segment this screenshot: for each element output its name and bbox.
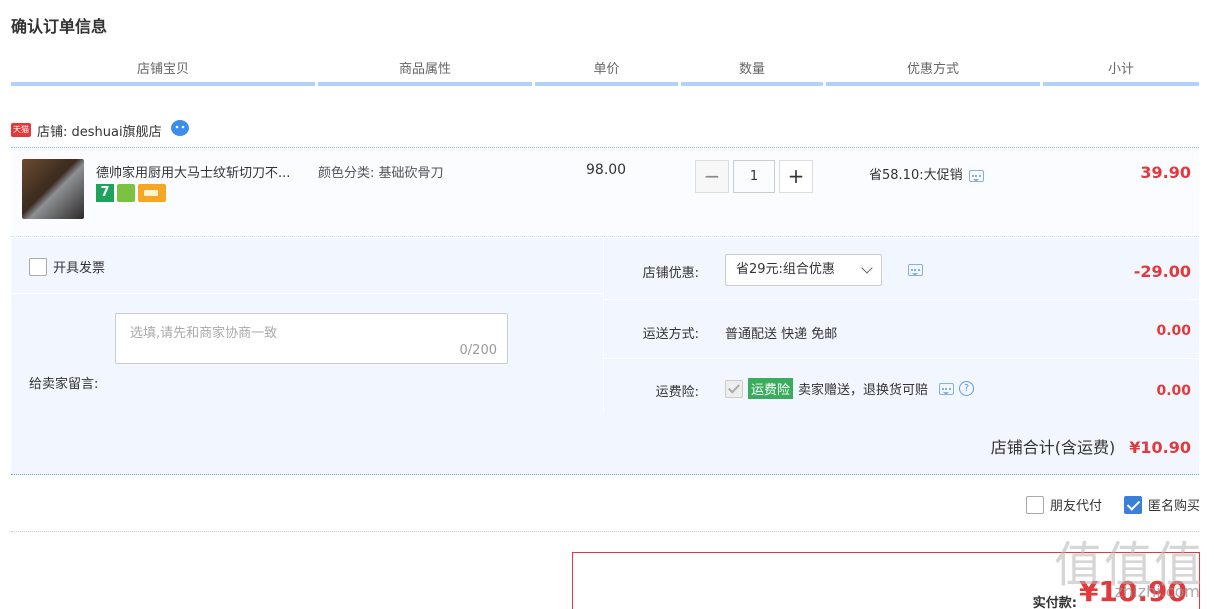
- shipping-label: 运送方式:: [642, 327, 699, 342]
- message-label: 给卖家留言:: [29, 377, 99, 392]
- column-header: 店铺宝贝: [11, 56, 315, 86]
- anonymous-purchase-checkbox[interactable]: [1123, 495, 1142, 514]
- shop-name[interactable]: 店铺: deshuai旗舰店: [37, 121, 162, 140]
- unit-price: 98.00: [586, 162, 627, 178]
- product-attribute: 颜色分类: 基础砍骨刀: [318, 166, 444, 181]
- promotion-text: 省58.10:大促销: [869, 168, 963, 183]
- seller-message-input[interactable]: 选填,请先和商家协商一致 0/200: [115, 313, 508, 364]
- quantity-increase-button[interactable]: +: [779, 160, 813, 193]
- shop-discount-row: 店铺优惠: 省29元:组合优惠 -29.00: [604, 238, 1199, 300]
- watermark-url: zhizhi.com: [1114, 582, 1200, 601]
- product-thumbnail[interactable]: [22, 159, 84, 219]
- column-header: 小计: [1043, 56, 1199, 86]
- invoice-checkbox[interactable]: [29, 257, 47, 276]
- comment-icon[interactable]: [968, 169, 984, 182]
- friend-pay-label: 朋友代付: [1049, 499, 1102, 514]
- seven-day-return-icon[interactable]: 7: [96, 184, 114, 202]
- credit-card-icon[interactable]: [138, 184, 166, 202]
- comment-icon[interactable]: [908, 264, 923, 276]
- guarantee-icon[interactable]: [117, 184, 135, 202]
- item-subtotal: 39.90: [1140, 163, 1191, 182]
- shop-discount-label: 店铺优惠:: [642, 266, 699, 281]
- invoice-section: 开具发票: [11, 238, 603, 294]
- product-name[interactable]: 德帅家用厨用大马士纹斩切刀不...: [96, 162, 290, 181]
- message-placeholder: 选填,请先和商家协商一致: [130, 326, 278, 341]
- checkout-options: 朋友代付 匿名购买: [1025, 495, 1200, 514]
- shipping-method: 普通配送 快递 免邮: [725, 327, 838, 342]
- insurance-row: 运费险: 运费险 卖家赠送，退换货可赔 ? 0.00: [604, 360, 1199, 413]
- shop-discount-select[interactable]: 省29元:组合优惠: [725, 254, 882, 286]
- help-icon[interactable]: ?: [959, 381, 975, 396]
- insurance-amount: 0.00: [1156, 383, 1191, 399]
- table-header: 店铺宝贝 商品属性 单价 数量 优惠方式 小计: [11, 56, 1199, 86]
- shipping-row: 运送方式: 普通配送 快递 免邮 0.00: [604, 301, 1199, 359]
- shop-total-value: ¥10.90: [1129, 438, 1191, 457]
- insurance-badge: 运费险: [748, 378, 794, 399]
- message-char-count: 0/200: [459, 343, 497, 358]
- insurance-text: 卖家赠送，退换货可赔: [798, 383, 929, 398]
- shop-header: 天猫 店铺: deshuai旗舰店: [11, 120, 190, 140]
- column-header: 数量: [681, 56, 823, 86]
- shop-total-label: 店铺合计(含运费): [990, 438, 1116, 457]
- quantity-stepper: − 1 +: [695, 160, 813, 193]
- service-badges: 7: [96, 184, 166, 202]
- friend-pay-option[interactable]: 朋友代付: [1025, 495, 1102, 514]
- quantity-decrease-button[interactable]: −: [695, 160, 729, 193]
- column-header: 商品属性: [318, 56, 532, 86]
- order-item-row: 德帅家用厨用大马士纹斩切刀不... 7 颜色分类: 基础砍骨刀 98.00 − …: [11, 147, 1199, 237]
- shop-discount-selected: 省29元:组合优惠: [736, 262, 835, 277]
- insurance-label: 运费险:: [655, 385, 699, 400]
- comment-icon[interactable]: [939, 382, 955, 395]
- anonymous-purchase-option[interactable]: 匿名购买: [1123, 495, 1200, 514]
- shop-total: 店铺合计(含运费) ¥10.90: [991, 434, 1191, 458]
- shop-discount-value: -29.00: [1133, 262, 1191, 281]
- column-header: 单价: [535, 56, 678, 86]
- insurance-option: 运费险 卖家赠送，退换货可赔 ?: [725, 378, 975, 399]
- friend-pay-checkbox[interactable]: [1025, 495, 1044, 514]
- insurance-checkbox: [725, 379, 743, 398]
- order-details-panel: 开具发票 给卖家留言: 选填,请先和商家协商一致 0/200 店铺优惠: 省29…: [11, 238, 1199, 475]
- invoice-label: 开具发票: [53, 261, 106, 276]
- anonymous-purchase-label: 匿名购买: [1147, 499, 1200, 514]
- shipping-amount: 0.00: [1156, 323, 1191, 339]
- tmall-logo-icon: 天猫: [11, 123, 31, 137]
- chevron-down-icon: [861, 262, 873, 274]
- column-header: 优惠方式: [826, 56, 1040, 86]
- invoice-option[interactable]: 开具发票: [29, 257, 105, 276]
- page-title: 确认订单信息: [11, 17, 108, 36]
- promotion: 省58.10:大促销: [869, 164, 984, 183]
- quantity-input[interactable]: 1: [733, 160, 775, 193]
- chat-bubble-icon[interactable]: [170, 119, 190, 137]
